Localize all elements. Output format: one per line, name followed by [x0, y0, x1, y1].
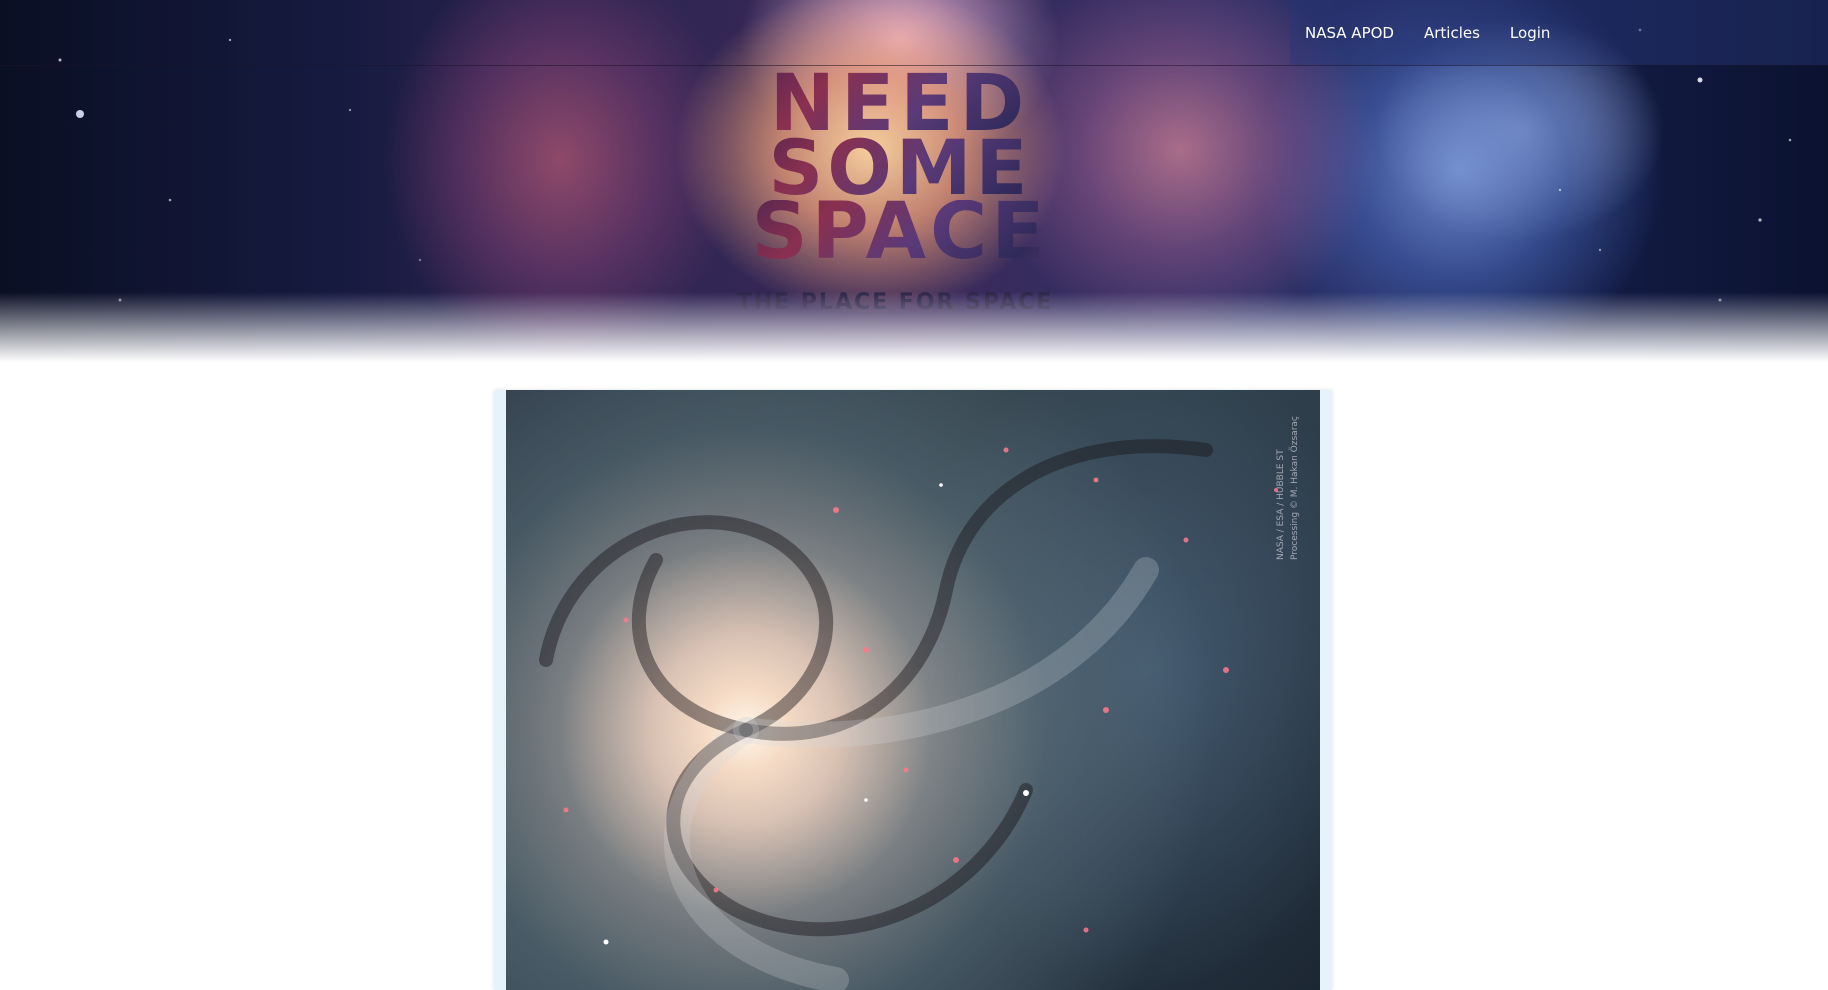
apod-image-spiral-galaxy[interactable]: NASA / ESA / HUBBLE ST Processing © M. H…: [506, 390, 1320, 990]
credit-line-processing: Processing © M. Hakan Özsaraç: [1290, 416, 1300, 560]
image-credit: NASA / ESA / HUBBLE ST Processing © M. H…: [1276, 400, 1300, 570]
nav-link-articles[interactable]: Articles: [1424, 24, 1480, 42]
site-logo[interactable]: NEED SOME SPACE: [700, 65, 1100, 271]
nav-link-login[interactable]: Login: [1510, 24, 1550, 42]
apod-card: NASA / ESA / HUBBLE ST Processing © M. H…: [494, 390, 1332, 990]
nav-link-nasa-apod[interactable]: NASA APOD: [1305, 24, 1394, 42]
hero-banner: NASA APOD Articles Login NEED SOME SPACE…: [0, 0, 1828, 362]
top-navbar: NASA APOD Articles Login: [0, 0, 1828, 66]
nav-links: NASA APOD Articles Login: [1290, 0, 1828, 65]
galaxy-illustration: [539, 439, 1278, 990]
logo-line-space: SPACE: [700, 193, 1100, 271]
site-tagline: THE PLACE FOR SPACE: [736, 290, 1054, 315]
credit-line-agency: NASA / ESA / HUBBLE ST: [1276, 449, 1286, 560]
